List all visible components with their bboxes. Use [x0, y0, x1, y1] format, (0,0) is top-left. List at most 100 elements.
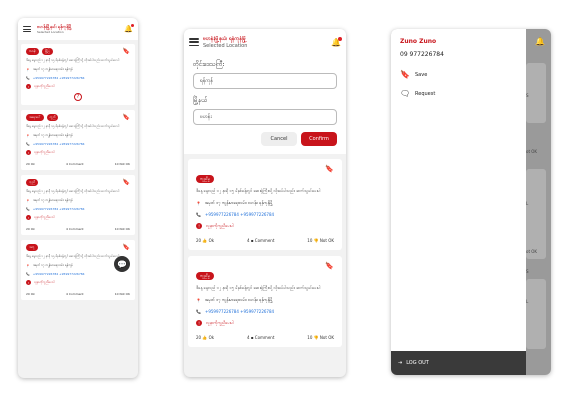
background-text: S — [526, 93, 529, 98]
comment-button[interactable]: 4 ▪ Comment — [247, 335, 274, 340]
phone-screen-feed: ဗဟန်းမြို့နယ်၊ ရန်ကုန်မြို့ Selected Loc… — [18, 18, 138, 378]
cancel-button[interactable]: Cancel — [261, 132, 297, 146]
comment-button[interactable]: 4 Comment — [66, 292, 84, 296]
phone-numbers[interactable]: +959977226784 +959977226784 — [33, 142, 85, 146]
phone-numbers[interactable]: +959977226784 +959977226784 — [205, 309, 274, 314]
notification-bell-icon[interactable]: 🔔 — [331, 36, 342, 47]
address-row: 📍 အမှတ် ၁၇ ကျန်းမာရေးလမ်း၊ ဗဟန်း၊ ရန်ကုန်… — [196, 200, 334, 206]
menu-icon[interactable] — [189, 38, 199, 46]
region-input[interactable]: ရန်ကုန် — [193, 73, 337, 89]
logout-label: LOG OUT — [406, 360, 429, 366]
address-text: အမှတ် ၁၇ ကျန်းမာရေးလမ်း၊ ရန်ကုန် — [32, 263, 73, 267]
phone-numbers[interactable]: +959977226784 +959977226784 — [205, 212, 274, 217]
alert-text: လူနာကိုကူညီပေးပါ — [34, 150, 55, 154]
alert-row: ! လူနာကိုကူညီပေးပါ — [26, 215, 130, 220]
not-ok-label: Not OK — [319, 335, 334, 340]
category-badge: အကူ — [26, 244, 38, 251]
logout-icon: ⇥ — [398, 360, 403, 366]
township-label: မြို့နယ် — [193, 97, 208, 104]
post-card[interactable]: ကူညီ 🔖 ဒီနေ့ နေ့လည် ၁၂ နာရီ ၁၅ မိနစ်ခန့်တွ… — [21, 175, 135, 235]
category-badge: ကူညီမှု — [196, 272, 215, 280]
logout-button[interactable]: ⇥ LOG OUT — [391, 351, 526, 375]
app-subtitle: Selected Location — [203, 42, 248, 49]
not-ok-button[interactable]: 10 👎 Not OK — [307, 238, 334, 243]
bookmark-icon[interactable]: 🔖 — [325, 165, 334, 173]
not-ok-button[interactable]: 10 Not OK — [115, 162, 130, 166]
ok-button[interactable]: 20 👍 Ok — [196, 335, 214, 340]
ok-button[interactable]: 20 Ok — [26, 292, 35, 296]
phone-row: 📞 +959977226784 +959977226784 — [26, 272, 130, 276]
badge-row: အကူ — [26, 244, 130, 251]
card-actions: 20 Ok 4 Comment 10 Not OK — [26, 162, 130, 166]
notification-bell-icon: 🔔 — [535, 37, 545, 46]
card-actions: 20 👍 Ok 4 ▪ Comment 10 👎 Not OK — [196, 238, 334, 243]
post-card[interactable]: ကူညီမှု 🔖 ဒီနေ့ နေ့လည် ၁၂ နာရီ ၁၅ မိနစ်ခန့… — [188, 256, 342, 347]
phone-row: 📞 +959977226784 +959977226784 — [196, 309, 334, 314]
phone-row: 📞 +959977226784 +959977226784 — [196, 212, 334, 217]
feed-list[interactable]: ကူညီမှု 🔖 ဒီနေ့ နေ့လည် ၁၂ နာရီ ၁၅ မိနစ်ခန့… — [184, 154, 346, 358]
township-input[interactable]: ဗဟန်း — [193, 109, 337, 125]
phone-numbers[interactable]: +959977226784 +959977226784 — [33, 272, 85, 276]
thumbs-up-icon: 👍 — [201, 238, 209, 243]
bookmark-icon[interactable]: 🔖 — [123, 244, 130, 251]
not-ok-button[interactable]: 10 👎 Not OK — [307, 335, 334, 340]
app-bar: ဗဟန်းမြို့နယ်၊ ရန်ကုန်မြို့ Selected Loc… — [18, 18, 138, 40]
phone-icon: 📞 — [26, 76, 30, 80]
background-text: S — [526, 269, 529, 274]
location-pin-icon: 📍 — [26, 67, 30, 72]
comment-button[interactable]: 4 Comment — [66, 162, 84, 166]
drawer-item-save[interactable]: 🔖 Save — [400, 70, 427, 79]
app-bar: ဗဟန်းမြို့နယ်၊ ရန်ကုန်မြို့ Selected Loc… — [184, 29, 346, 55]
phone-icon: 📞 — [26, 207, 30, 211]
app-subtitle: Selected Location — [37, 30, 64, 34]
comment-button[interactable]: 4 ▪ Comment — [247, 238, 274, 243]
ok-button[interactable]: 20 Ok — [26, 227, 35, 231]
badge-row: ကူညီ — [26, 179, 130, 186]
post-card[interactable]: ကူညီမှု 🔖 ဒီနေ့ နေ့လည် ၁၂ နာရီ ၁၅ မိနစ်ခန့… — [188, 159, 342, 250]
bookmark-icon[interactable]: 🔖 — [123, 114, 130, 121]
phone-row: 📞 +959977226784 +959977226784 — [26, 76, 130, 80]
background-card — [526, 63, 546, 123]
menu-icon[interactable] — [23, 26, 31, 32]
card-actions: 20 👍 Ok 4 ▪ Comment 10 👎 Not OK — [196, 335, 334, 340]
category-badge: အရေးပေါ် — [26, 114, 44, 121]
phone-numbers[interactable]: +959977226784 +959977226784 — [33, 207, 85, 211]
location-form: တိုင်းဒေသကြီး ရန်ကုန် မြို့နယ် ဗဟန်း Can… — [184, 55, 346, 154]
alert-icon: ! — [26, 84, 31, 89]
post-card[interactable]: ဗဟန်း မြို့ပြ 🔖 ဒီနေ့ နေ့လည် ၁၂ နာရီ ၁၅ မိန… — [21, 44, 135, 105]
phone-icon: 📞 — [196, 309, 201, 314]
confirm-button[interactable]: Confirm — [301, 132, 337, 146]
alert-row: ! လူနာကိုကူညီပေးပါ — [196, 320, 334, 326]
phone-numbers[interactable]: +959977226784 +959977226784 — [33, 76, 85, 80]
user-phone: 09 977226784 — [400, 51, 444, 58]
bookmark-icon[interactable]: 🔖 — [123, 48, 130, 55]
navigation-drawer: Zuno Zuno 09 977226784 🔖 Save 🗨 Request … — [391, 29, 526, 375]
post-description: ဒီနေ့ နေ့လည် ၁၂ နာရီ ၁၅ မိနစ်ခန့်တွင် ဆေ… — [196, 285, 321, 290]
notification-bell-icon[interactable]: 🔔 — [124, 24, 134, 33]
post-description: ဒီနေ့ နေ့လည် ၁၂ နာရီ ၁၅ မိနစ်ခန့်တွင် ဆေ… — [26, 189, 120, 193]
drawer-item-request[interactable]: 🗨 Request — [400, 89, 435, 98]
help-icon[interactable]: ? — [74, 93, 82, 101]
bookmark-icon[interactable]: 🔖 — [325, 262, 334, 270]
category-badge: ကူညီမှု — [196, 175, 215, 183]
background-text: ot OK — [526, 249, 538, 254]
comment-button[interactable]: 4 Comment — [66, 227, 84, 231]
address-text: အမှတ် ၁၇ ကျန်းမာရေးလမ်း၊ ဗဟန်း၊ ရန်ကုန်မ… — [204, 297, 273, 302]
badge-row: အရေးပေါ် ကူညီ — [26, 114, 130, 121]
alert-text: လူနာကိုကူညီပေးပါ — [206, 223, 234, 228]
alert-icon: ! — [26, 280, 31, 285]
chat-fab-icon[interactable]: 💬 — [114, 256, 130, 272]
bookmark-icon[interactable]: 🔖 — [123, 179, 130, 186]
not-ok-button[interactable]: 10 Not OK — [115, 227, 130, 231]
phone-icon: 📞 — [196, 212, 201, 217]
ok-button[interactable]: 20 Ok — [26, 162, 35, 166]
phone-row: 📞 +959977226784 +959977226784 — [26, 142, 130, 146]
alert-icon: ! — [196, 223, 202, 229]
not-ok-button[interactable]: 10 Not OK — [115, 292, 130, 296]
post-card[interactable]: အရေးပေါ် ကူညီ 🔖 ဒီနေ့ နေ့လည် ၁၂ နာရီ ၁၅ မိန… — [21, 110, 135, 170]
alert-text: လူနာကိုကူညီပေးပါ — [34, 84, 55, 88]
comment-label: Comment — [254, 238, 275, 243]
location-pin-icon: 📍 — [26, 198, 30, 203]
ok-button[interactable]: 20 👍 Ok — [196, 238, 214, 243]
alert-icon: ! — [26, 215, 31, 220]
